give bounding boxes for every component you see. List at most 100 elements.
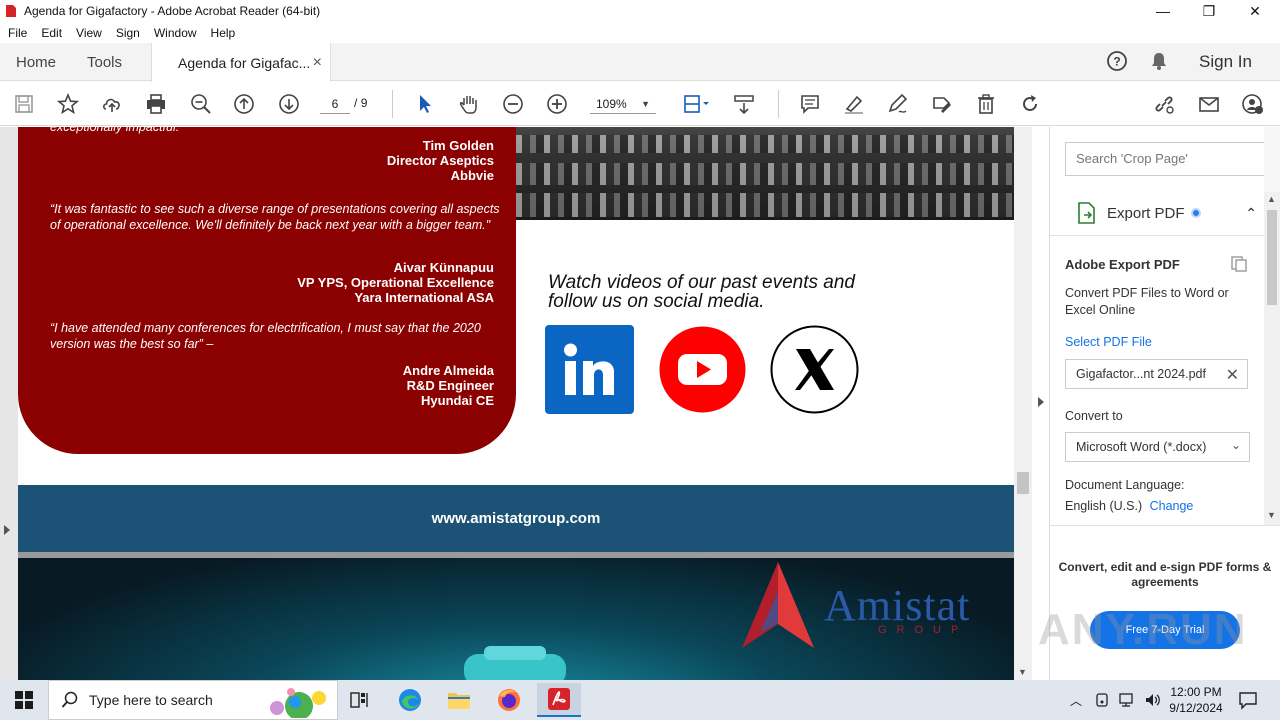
menu-window[interactable]: Window — [154, 26, 197, 40]
document-scrollbar[interactable]: ▼ — [1014, 127, 1032, 680]
print-icon[interactable] — [144, 92, 168, 116]
page-display-icon[interactable] — [680, 92, 712, 116]
minimize-button[interactable]: — — [1140, 0, 1186, 22]
tool-search-input[interactable]: Search 'Crop Page' — [1065, 142, 1264, 176]
right-panel-scroll-thumb[interactable] — [1267, 210, 1277, 305]
notification-center-icon[interactable] — [1238, 690, 1258, 713]
close-window-button[interactable]: ✕ — [1232, 0, 1278, 22]
promo-box: Convert, edit and e-sign PDF forms & agr… — [1050, 525, 1280, 680]
website-link[interactable]: www.amistatgroup.com — [432, 510, 601, 527]
change-language-link[interactable]: Change — [1150, 499, 1194, 513]
rotate-icon[interactable] — [1018, 92, 1042, 116]
menu-edit[interactable]: Edit — [41, 26, 62, 40]
tray-overflow-chevron-icon[interactable]: ︿ — [1070, 692, 1082, 709]
scroll-down-arrow-icon[interactable]: ▼ — [1267, 510, 1276, 520]
document-viewport[interactable]: exceptionally impactful. Tim Golden Dire… — [0, 127, 1032, 680]
volume-icon[interactable] — [1144, 692, 1162, 708]
comment-icon[interactable] — [798, 92, 822, 116]
tray-device-icon[interactable] — [1094, 692, 1110, 708]
tab-document[interactable]: Agenda for Gigafac... × — [151, 43, 331, 82]
add-user-icon[interactable] — [1241, 92, 1265, 116]
toolbar-divider — [392, 90, 393, 118]
highlight-pen-icon[interactable] — [842, 92, 866, 116]
zoom-out-magnifier-icon[interactable] — [189, 92, 213, 116]
watch-line-2: follow us on social media. — [548, 291, 765, 312]
zoom-out-icon[interactable] — [501, 92, 525, 116]
tab-home[interactable]: Home — [16, 43, 56, 81]
tab-close-icon[interactable]: × — [313, 54, 322, 72]
testimonial-company: Yara International ASA — [354, 290, 494, 305]
delete-trash-icon[interactable] — [974, 92, 998, 116]
hand-tool-icon[interactable] — [457, 92, 481, 116]
page-number-input[interactable]: 6 — [320, 94, 350, 114]
collapse-arrow-icon[interactable] — [1038, 397, 1044, 407]
chevron-down-icon: ⌄ — [1230, 438, 1241, 452]
zoom-level-select[interactable]: 109% ▼ — [590, 94, 656, 114]
menu-help[interactable]: Help — [211, 26, 236, 40]
document-scroll-thumb[interactable] — [1017, 472, 1029, 494]
conference-room-photo — [516, 127, 1014, 220]
info-badge-icon — [1190, 208, 1201, 218]
acrobat-taskbar-icon[interactable] — [537, 683, 581, 717]
right-panel-toggle[interactable] — [1032, 127, 1050, 680]
sign-in-link[interactable]: Sign In — [1199, 52, 1252, 72]
share-link-icon[interactable] — [1152, 92, 1176, 116]
watch-videos-text: Watch videos of our past events and foll… — [548, 273, 855, 311]
right-panel-scrollbar[interactable]: ▲ ▼ — [1264, 192, 1280, 525]
save-icon[interactable] — [12, 92, 36, 116]
left-panel-toggle-icon[interactable] — [4, 525, 10, 535]
menu-sign[interactable]: Sign — [116, 26, 140, 40]
scroll-mode-icon[interactable] — [732, 92, 756, 116]
system-clock[interactable]: 12:00 PM 9/12/2024 — [1164, 684, 1228, 716]
export-doc-icon — [1231, 256, 1247, 272]
testimonial-name: Tim Golden — [422, 138, 494, 153]
select-cursor-icon[interactable] — [413, 92, 437, 116]
testimonial-quote: “I have attended many conferences for el… — [50, 321, 481, 351]
email-icon[interactable] — [1197, 92, 1221, 116]
file-explorer-icon[interactable] — [443, 686, 475, 714]
scroll-up-arrow-icon[interactable]: ▲ — [1267, 194, 1276, 204]
notifications-bell-icon[interactable] — [1149, 51, 1169, 76]
adobe-export-title: Adobe Export PDF — [1065, 257, 1180, 272]
firefox-browser-icon[interactable] — [493, 686, 525, 714]
export-pdf-header[interactable]: Export PDF ⌃ — [1075, 201, 1257, 225]
bookmark-star-icon[interactable] — [56, 92, 80, 116]
testimonial-title: R&D Engineer — [406, 378, 494, 393]
help-icon[interactable]: ? — [1106, 50, 1128, 77]
testimonial-attribution: Andre Almeida R&D Engineer Hyundai CE — [403, 363, 494, 408]
select-pdf-file-link[interactable]: Select PDF File — [1065, 335, 1152, 349]
remove-file-icon[interactable]: ✕ — [1226, 365, 1239, 385]
clock-date: 9/12/2024 — [1169, 701, 1223, 715]
title-bar: Agenda for Gigafactory - Adobe Acrobat R… — [0, 0, 1280, 22]
selected-file-name: Gigafactor...nt 2024.pdf — [1076, 367, 1206, 381]
previous-page-icon[interactable] — [232, 92, 256, 116]
menu-view[interactable]: View — [76, 26, 102, 40]
page-count: / 9 — [354, 96, 367, 110]
taskbar-search[interactable]: Type here to search — [48, 680, 338, 720]
network-icon[interactable] — [1118, 692, 1136, 708]
maximize-button[interactable]: ❐ — [1186, 0, 1232, 22]
pdf-page-7: Amistat GROUP — [18, 558, 1014, 680]
menu-file[interactable]: File — [8, 26, 27, 40]
task-view-icon[interactable] — [344, 686, 376, 714]
zoom-in-icon[interactable] — [545, 92, 569, 116]
upload-cloud-icon[interactable] — [100, 92, 124, 116]
photo-table-row — [516, 163, 1014, 185]
chevron-up-icon[interactable]: ⌃ — [1245, 205, 1257, 222]
windows-logo-icon — [15, 691, 33, 709]
next-page-icon[interactable] — [277, 92, 301, 116]
start-button[interactable] — [0, 680, 48, 720]
convert-to-select[interactable]: Microsoft Word (*.docx) ⌄ — [1065, 432, 1250, 462]
x-icon[interactable] — [770, 325, 859, 414]
convert-to-value: Microsoft Word (*.docx) — [1076, 440, 1207, 454]
tab-tools[interactable]: Tools — [87, 43, 122, 81]
menu-bar: File Edit View Sign Window Help — [0, 22, 1280, 43]
edge-browser-icon[interactable] — [394, 686, 426, 714]
toolbar: 6 / 9 109% ▼ — [0, 82, 1280, 126]
linkedin-icon[interactable] — [545, 325, 634, 414]
selected-file-field[interactable]: Gigafactor...nt 2024.pdf ✕ — [1065, 359, 1248, 389]
youtube-icon[interactable] — [658, 325, 747, 414]
edit-stamp-icon[interactable] — [930, 92, 954, 116]
draw-pencil-icon[interactable] — [886, 92, 910, 116]
scroll-down-arrow-icon[interactable]: ▼ — [1018, 667, 1027, 677]
